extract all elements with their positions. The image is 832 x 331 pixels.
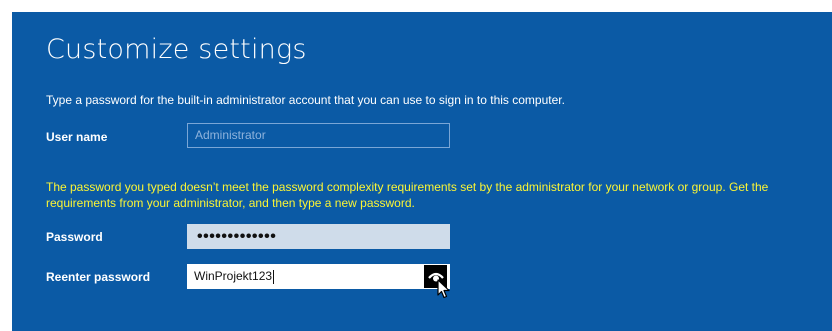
- username-label: User name: [46, 130, 108, 144]
- password-field[interactable]: •••••••••••••: [187, 224, 450, 249]
- reenter-password-field[interactable]: WinProjekt123: [187, 264, 450, 289]
- password-error-message: The password you typed doesn’t meet the …: [46, 180, 769, 210]
- reenter-password-value: WinProjekt123: [194, 269, 273, 283]
- text-caret: [273, 269, 275, 284]
- mouse-cursor-icon: [437, 279, 450, 299]
- password-label: Password: [46, 230, 103, 244]
- page-title: Customize settings: [46, 34, 307, 65]
- username-field[interactable]: Administrator: [187, 123, 450, 148]
- reenter-password-label: Reenter password: [46, 270, 151, 284]
- instruction-text: Type a password for the built-in adminis…: [46, 93, 565, 107]
